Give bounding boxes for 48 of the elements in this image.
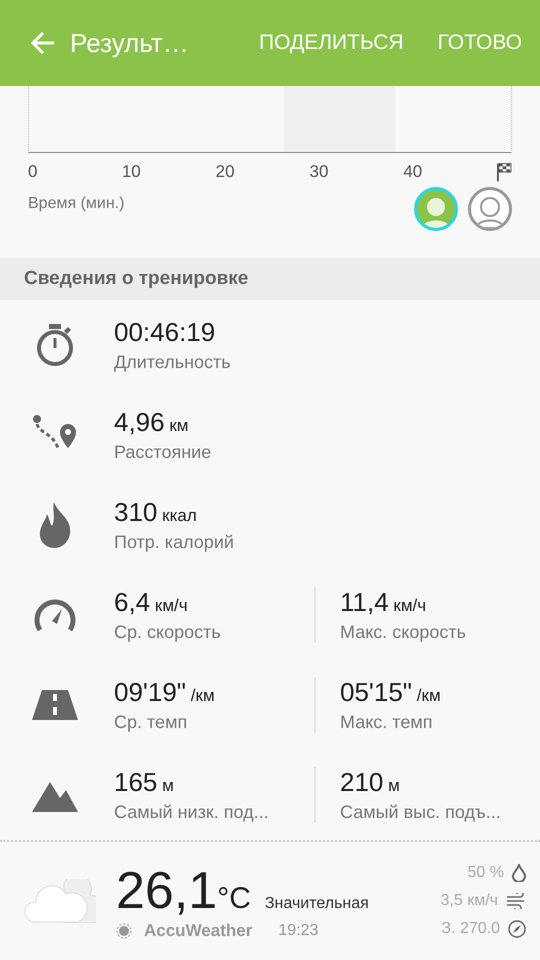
avatar[interactable] bbox=[414, 187, 458, 231]
weather-provider: AccuWeather bbox=[144, 921, 252, 941]
stat-label: Потр. калорий bbox=[114, 532, 235, 553]
stat-value: 6,4 км/ч bbox=[114, 587, 189, 618]
speedometer-icon bbox=[32, 597, 78, 633]
stat-label: Самый низк. под... bbox=[114, 802, 270, 823]
stat-value: 11,4 км/ч bbox=[340, 587, 428, 618]
stat-label: Самый выс. подъ... bbox=[340, 802, 502, 823]
stopwatch-icon bbox=[35, 323, 75, 367]
stat-value: 09'19" /км bbox=[114, 677, 216, 708]
axis-tick-label: 40 bbox=[403, 162, 422, 181]
road-icon bbox=[32, 690, 78, 720]
stat-value: 4,96 км bbox=[114, 407, 190, 438]
stat-label: Длительность bbox=[114, 352, 232, 373]
flame-icon bbox=[38, 502, 72, 548]
axis-tick-label: 30 bbox=[309, 162, 328, 181]
stat-label: Ср. темп bbox=[114, 712, 188, 733]
stat-label: Макс. скорость bbox=[340, 622, 468, 643]
axis-tick-label: 10 bbox=[122, 162, 141, 181]
stat-value: 05'15" /км bbox=[340, 677, 442, 708]
weather-time: 19:23 bbox=[278, 922, 318, 940]
stat-value: 310 ккал bbox=[114, 497, 198, 528]
avatar[interactable] bbox=[468, 187, 512, 231]
axis-label: Время (мин.) bbox=[28, 195, 124, 213]
action-button[interactable]: ПОДЕЛИТЬСЯ bbox=[239, 31, 404, 55]
stat-value: 165 м bbox=[114, 767, 175, 798]
temperature: 26,1°C bbox=[116, 861, 251, 921]
section-title: Сведения о тренировке bbox=[24, 268, 248, 290]
stat-label: Расстояние bbox=[114, 442, 212, 463]
axis-tick-label: 20 bbox=[216, 162, 235, 181]
stat-value: 210 м bbox=[340, 767, 401, 798]
humidity: 50 % bbox=[468, 864, 504, 882]
action-button[interactable]: ГОТОВО bbox=[418, 31, 522, 55]
wind-direction: З. 270.0 bbox=[441, 920, 500, 938]
drop-icon bbox=[512, 864, 526, 882]
wind-icon bbox=[506, 893, 526, 909]
stat-label: Ср. скорость bbox=[114, 622, 222, 643]
sun-icon bbox=[116, 923, 132, 939]
axis-tick-label: 0 bbox=[28, 162, 38, 181]
screen-title: Результ… bbox=[70, 28, 190, 58]
finish-flag-icon bbox=[497, 162, 512, 182]
compass-icon bbox=[508, 920, 526, 938]
wind-speed: 3,5 км/ч bbox=[440, 892, 498, 910]
weather-condition: Значительная bbox=[264, 895, 369, 913]
stat-value: 00:46:19 bbox=[114, 317, 216, 348]
back-icon[interactable] bbox=[30, 31, 56, 55]
stat-label: Макс. темп bbox=[340, 712, 434, 733]
cloud-icon bbox=[24, 879, 96, 923]
